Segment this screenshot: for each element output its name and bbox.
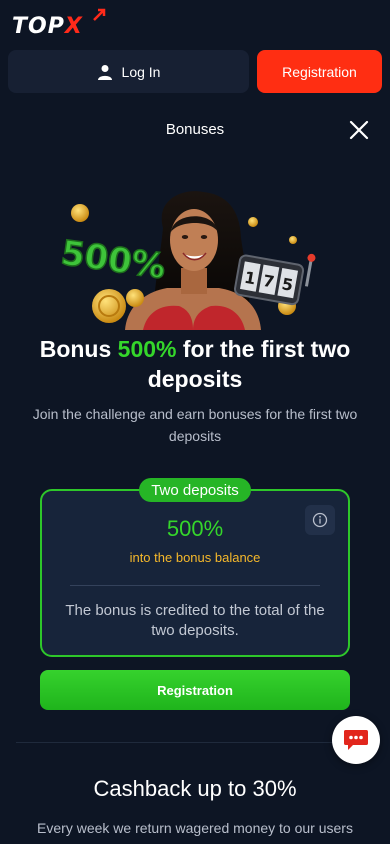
chat-button[interactable]	[332, 716, 380, 764]
close-button[interactable]	[347, 118, 371, 142]
card-note: The bonus is credited to the total of th…	[65, 602, 325, 639]
logo-wordmark: TOPX	[12, 14, 83, 39]
section-divider	[16, 742, 374, 743]
header-registration-button[interactable]: Registration	[257, 50, 382, 93]
cashback-title: Cashback up to 30%	[93, 776, 297, 801]
logo-arrow-icon	[93, 8, 106, 21]
card-divider	[70, 585, 320, 586]
hero-500-text: 500%	[59, 233, 169, 287]
login-label: Log In	[121, 63, 161, 80]
login-button[interactable]: Log In	[8, 50, 249, 93]
card-bonus-value: 500%	[166, 516, 224, 541]
card-caption: into the bonus balance	[129, 550, 261, 565]
bonus-hero-illustration: 500% 1 7 5	[58, 191, 316, 330]
bonus-headline: Bonus 500% for the first two deposits	[39, 336, 351, 392]
close-icon	[349, 120, 369, 140]
brand-logo[interactable]: TOPX	[12, 8, 106, 42]
bonus-subtitle: Join the challenge and earn bonuses for …	[32, 406, 358, 444]
user-icon	[97, 64, 112, 80]
headline-accent: 500%	[117, 336, 177, 362]
registration-button[interactable]: Registration	[40, 670, 350, 710]
chat-icon	[344, 730, 368, 750]
cashback-text: Every week we return wagered money to ou…	[37, 820, 353, 836]
card-badge: Two deposits	[139, 478, 251, 502]
modal-title: Bonuses	[165, 121, 225, 138]
